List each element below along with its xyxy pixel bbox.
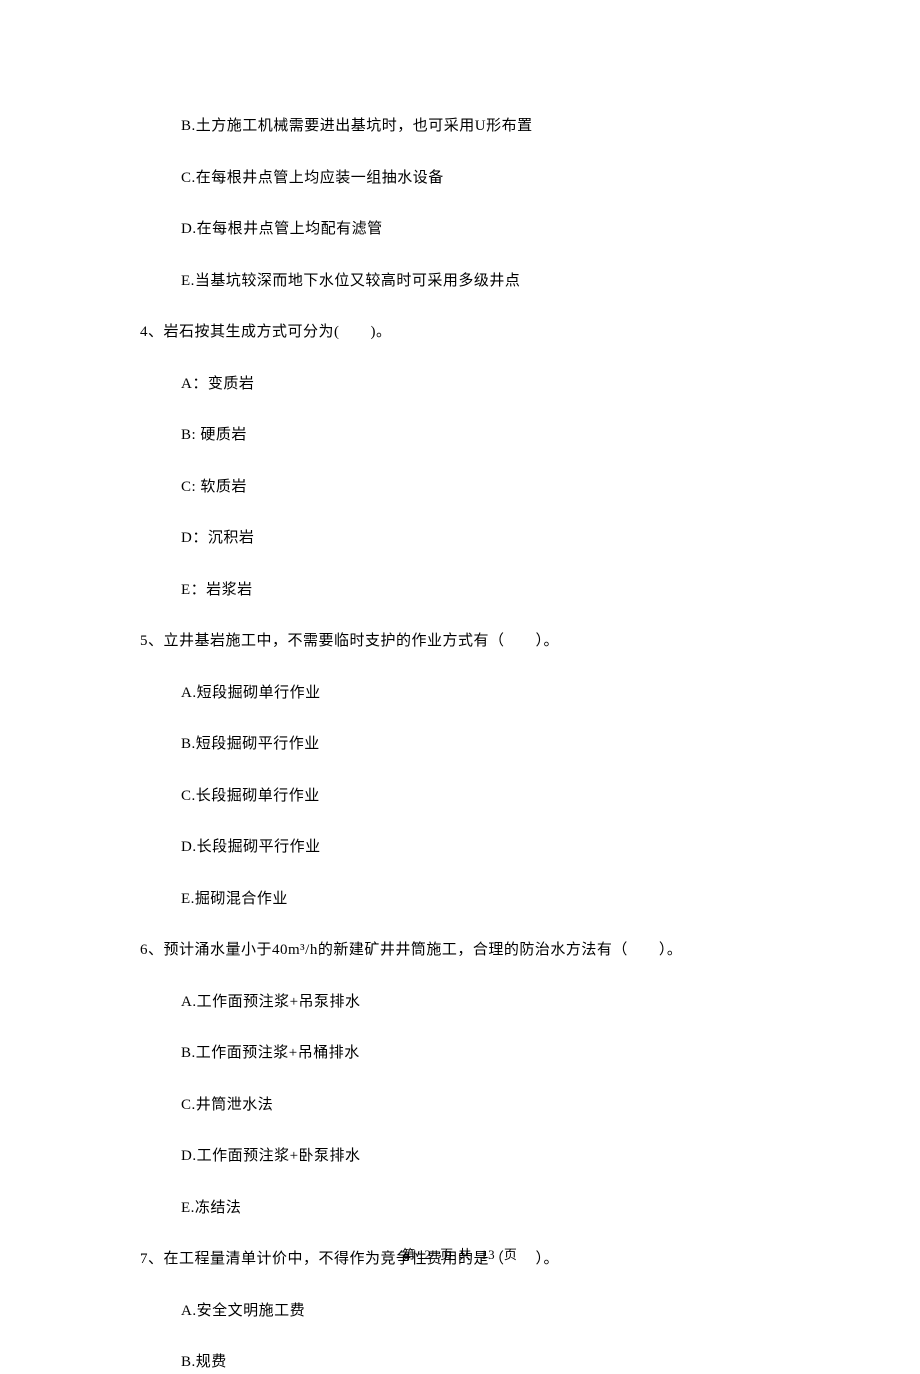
q6-option-d: D.工作面预注浆+卧泵排水 [140, 1145, 780, 1168]
q4-option-a: A：变质岩 [140, 373, 780, 396]
document-body: B.土方施工机械需要进出基坑时，也可采用U形布置 C.在每根井点管上均应装一组抽… [140, 115, 780, 1374]
q3-option-c: C.在每根井点管上均应装一组抽水设备 [140, 167, 780, 190]
q5-option-c: C.长段掘砌单行作业 [140, 785, 780, 808]
footer-prefix: 第 [402, 1247, 416, 1262]
q6-option-c: C.井筒泄水法 [140, 1094, 780, 1117]
q3-option-e: E.当基坑较深而地下水位又较高时可采用多级井点 [140, 270, 780, 293]
q7-option-b: B.规费 [140, 1351, 780, 1374]
q3-option-d: D.在每根井点管上均配有滤管 [140, 218, 780, 241]
q5-option-b: B.短段掘砌平行作业 [140, 733, 780, 756]
q7-option-a: A.安全文明施工费 [140, 1300, 780, 1323]
q4-option-e: E：岩浆岩 [140, 579, 780, 602]
q4-option-d: D：沉积岩 [140, 527, 780, 550]
footer-suffix: 页 [504, 1247, 518, 1262]
q6-option-a: A.工作面预注浆+吊泵排水 [140, 991, 780, 1014]
q6-option-e: E.冻结法 [140, 1197, 780, 1220]
q6-option-b: B.工作面预注浆+吊桶排水 [140, 1042, 780, 1065]
q5-option-e: E.掘砌混合作业 [140, 888, 780, 911]
q5-option-d: D.长段掘砌平行作业 [140, 836, 780, 859]
q4-option-b: B: 硬质岩 [140, 424, 780, 447]
q6-text: 6、预计涌水量小于40m³/h的新建矿井井筒施工，合理的防治水方法有（ ）。 [140, 939, 780, 962]
q4-text: 4、岩石按其生成方式可分为( )。 [140, 321, 780, 344]
q5-text: 5、立井基岩施工中，不需要临时支护的作业方式有（ ）。 [140, 630, 780, 653]
page-footer: 第 2 页 共 13 页 [0, 1244, 920, 1263]
footer-total-pages: 13 [481, 1247, 496, 1262]
footer-current-page: 2 [424, 1247, 432, 1262]
footer-middle: 页 共 [440, 1247, 472, 1262]
q4-option-c: C: 软质岩 [140, 476, 780, 499]
q5-option-a: A.短段掘砌单行作业 [140, 682, 780, 705]
q3-option-b: B.土方施工机械需要进出基坑时，也可采用U形布置 [140, 115, 780, 138]
